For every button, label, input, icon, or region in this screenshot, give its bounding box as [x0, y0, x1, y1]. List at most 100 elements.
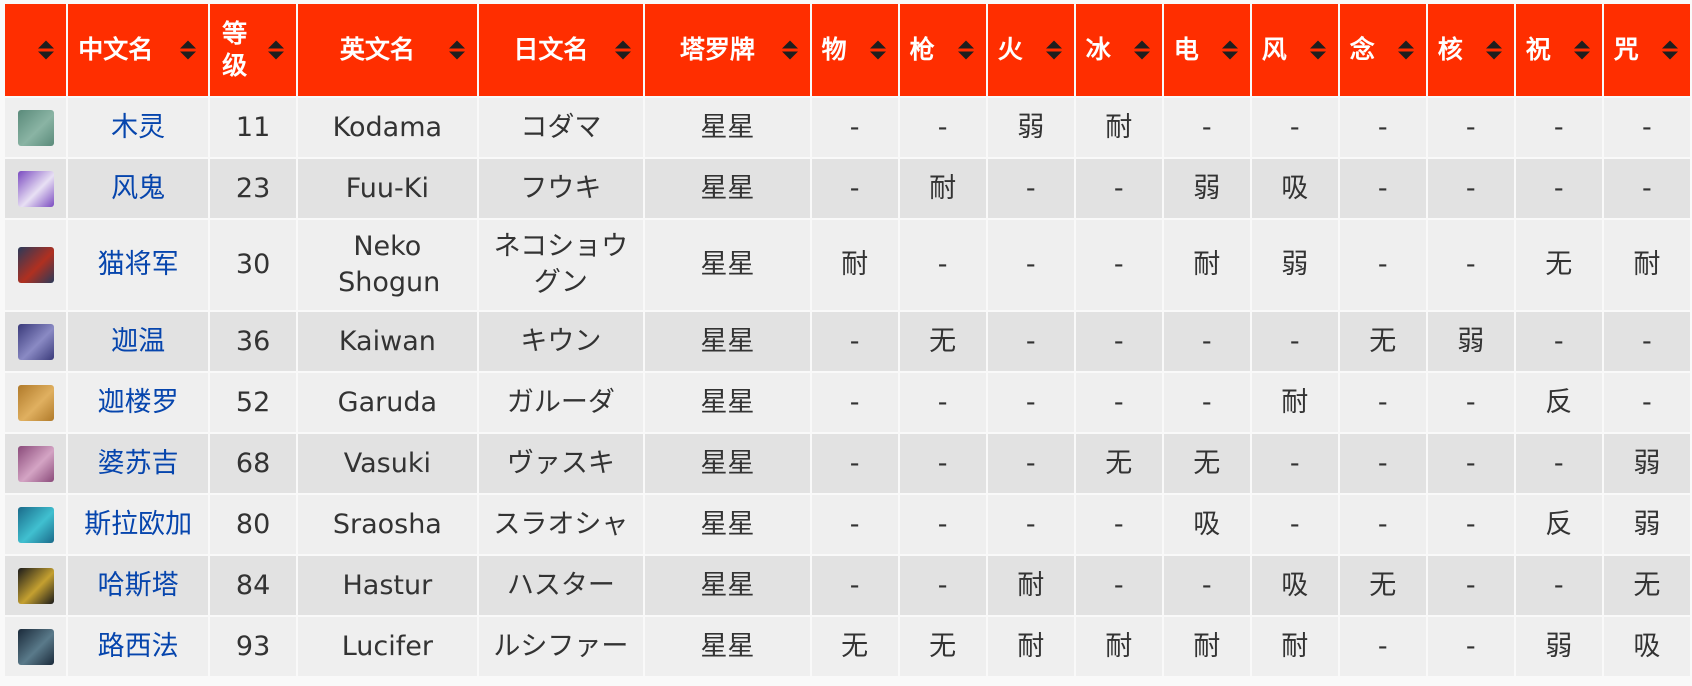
res-fire-cell: 耐: [987, 556, 1074, 615]
arcana-cell: 星星: [645, 159, 810, 218]
res-ice-cell: 耐: [1075, 617, 1162, 676]
persona-link[interactable]: 猫将军: [98, 249, 179, 280]
hastur-icon[interactable]: [17, 567, 54, 604]
garuda-icon[interactable]: [17, 384, 54, 421]
arcana-cell: 星星: [645, 312, 810, 371]
sort-icon: [781, 40, 798, 60]
arcana-cell: 星星: [645, 373, 810, 432]
level-cell: 68: [210, 434, 297, 493]
res-phys-cell: 耐: [811, 220, 898, 310]
persona-link[interactable]: 路西法: [98, 631, 179, 662]
header-ice[interactable]: 冰: [1075, 4, 1162, 96]
cn-name-cell: 斯拉欧加: [68, 495, 209, 554]
header-icon[interactable]: [5, 4, 67, 96]
persona-icon-cell[interactable]: [5, 373, 67, 432]
res-bless-cell: -: [1515, 312, 1602, 371]
res-fire-cell: -: [987, 495, 1074, 554]
cn-name-cell: 路西法: [68, 617, 209, 676]
persona-icon-cell[interactable]: [5, 98, 67, 157]
header-wind[interactable]: 风: [1251, 4, 1338, 96]
res-wind-cell: -: [1251, 495, 1338, 554]
res-elec-cell: -: [1163, 556, 1250, 615]
cn-name-cell: 木灵: [68, 98, 209, 157]
persona-link[interactable]: 斯拉欧加: [84, 509, 192, 540]
res-nuke-cell: -: [1427, 617, 1514, 676]
vasuki-icon[interactable]: [17, 445, 54, 482]
fuu-ki-icon[interactable]: [17, 170, 54, 207]
en-name-cell: Lucifer: [298, 617, 477, 676]
header-phys[interactable]: 物: [811, 4, 898, 96]
sort-icon: [180, 40, 197, 60]
jp-name-cell: ヴァスキ: [478, 434, 644, 493]
header-jp-name[interactable]: 日文名: [478, 4, 644, 96]
header-psy[interactable]: 念: [1339, 4, 1426, 96]
header-cn-name[interactable]: 中文名: [68, 4, 209, 96]
cn-name-cell: 婆苏吉: [68, 434, 209, 493]
persona-link[interactable]: 哈斯塔: [98, 570, 179, 601]
res-wind-cell: -: [1251, 434, 1338, 493]
sort-icon: [615, 40, 632, 60]
header-elec[interactable]: 电: [1163, 4, 1250, 96]
header-gun[interactable]: 枪: [899, 4, 986, 96]
res-psy-cell: -: [1339, 617, 1426, 676]
res-gun-cell: -: [899, 495, 986, 554]
header-en-name[interactable]: 英文名: [298, 4, 477, 96]
header-arcana[interactable]: 塔罗牌: [645, 4, 810, 96]
cn-name-cell: 风鬼: [68, 159, 209, 218]
header-bless[interactable]: 祝: [1515, 4, 1602, 96]
table-row: 迦楼罗 52 Garuda ガルーダ 星星 - - - - - 耐 - - 反 -: [5, 373, 1690, 432]
sort-icon: [1397, 40, 1414, 60]
arcana-cell: 星星: [645, 434, 810, 493]
jp-name-cell: スラオシャ: [478, 495, 644, 554]
neko-shogun-icon[interactable]: [17, 247, 54, 283]
persona-link[interactable]: 婆苏吉: [98, 448, 179, 479]
arcana-cell: 星星: [645, 556, 810, 615]
en-name-cell: Sraosha: [298, 495, 477, 554]
persona-icon-cell[interactable]: [5, 434, 67, 493]
kodama-icon[interactable]: [17, 109, 54, 146]
persona-icon-cell[interactable]: [5, 220, 67, 310]
persona-link[interactable]: 木灵: [111, 112, 165, 143]
res-ice-cell: -: [1075, 373, 1162, 432]
res-gun-cell: 无: [899, 312, 986, 371]
res-ice-cell: -: [1075, 159, 1162, 218]
sraosha-icon[interactable]: [17, 506, 54, 543]
persona-icon-cell[interactable]: [5, 617, 67, 676]
res-wind-cell: 耐: [1251, 373, 1338, 432]
header-fire[interactable]: 火: [987, 4, 1074, 96]
sort-icon: [869, 40, 886, 60]
persona-link[interactable]: 迦温: [111, 326, 165, 357]
sort-icon: [1662, 40, 1678, 60]
res-elec-cell: 吸: [1163, 495, 1250, 554]
res-bless-cell: -: [1515, 98, 1602, 157]
lucifer-icon[interactable]: [17, 628, 54, 665]
arcana-cell: 星星: [645, 220, 810, 310]
persona-icon-cell[interactable]: [5, 495, 67, 554]
persona-link[interactable]: 迦楼罗: [98, 387, 179, 418]
persona-icon-cell[interactable]: [5, 556, 67, 615]
header-nuke[interactable]: 核: [1427, 4, 1514, 96]
persona-link[interactable]: 风鬼: [111, 173, 165, 204]
res-nuke-cell: -: [1427, 220, 1514, 310]
level-cell: 23: [210, 159, 297, 218]
res-phys-cell: -: [811, 98, 898, 157]
header-curse[interactable]: 咒: [1603, 4, 1690, 96]
res-bless-cell: 无: [1515, 220, 1602, 310]
persona-icon-cell[interactable]: [5, 159, 67, 218]
res-phys-cell: -: [811, 159, 898, 218]
header-row: 中文名 等级 英文名 日文名 塔罗牌 物 枪 火 冰 电 风 念 核 祝 咒: [5, 4, 1690, 96]
arcana-cell: 星星: [645, 98, 810, 157]
sort-icon: [1573, 40, 1590, 60]
kaiwan-icon[interactable]: [17, 323, 54, 360]
res-wind-cell: 吸: [1251, 159, 1338, 218]
res-nuke-cell: -: [1427, 159, 1514, 218]
header-level[interactable]: 等级: [210, 4, 297, 96]
res-bless-cell: 反: [1515, 373, 1602, 432]
res-curse-cell: 无: [1603, 556, 1690, 615]
res-psy-cell: -: [1339, 495, 1426, 554]
res-gun-cell: -: [899, 220, 986, 310]
res-bless-cell: -: [1515, 434, 1602, 493]
persona-icon-cell[interactable]: [5, 312, 67, 371]
res-phys-cell: -: [811, 434, 898, 493]
res-psy-cell: -: [1339, 373, 1426, 432]
